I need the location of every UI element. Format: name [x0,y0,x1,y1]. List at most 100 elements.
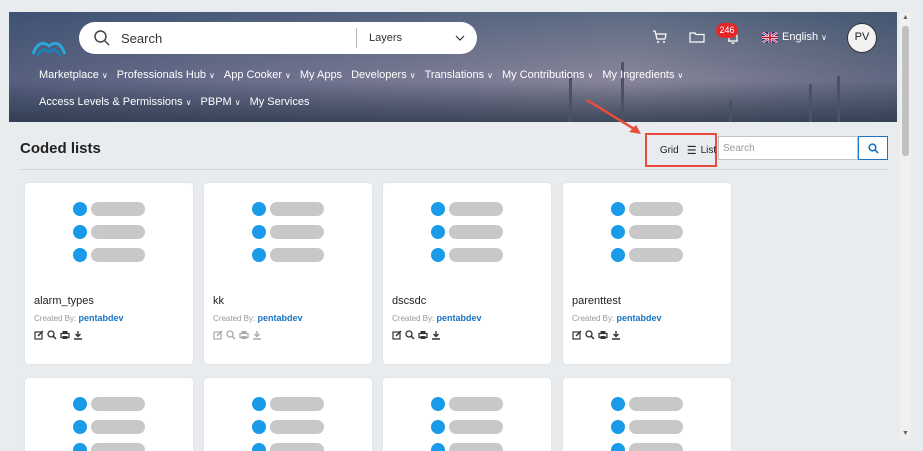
placeholder-bar [91,420,145,434]
bullet-dot-icon [73,248,87,262]
edit-icon[interactable] [213,330,223,340]
coded-list-card[interactable] [25,378,193,451]
placeholder-bar [449,420,503,434]
print-icon[interactable] [239,330,249,340]
bullet-dot-icon [73,202,87,216]
card-preview [73,397,145,451]
layers-dropdown[interactable]: Layers [357,32,477,44]
bullet-dot-icon [431,443,445,451]
coded-list-card[interactable]: alarm_types Created By: pentabdev [25,183,193,364]
scroll-down-icon[interactable]: ▼ [902,430,909,437]
placeholder-bar [629,443,683,451]
edit-icon[interactable] [34,330,44,340]
coded-lists-search-input[interactable]: Search [718,136,858,160]
global-search-bar[interactable]: Search Layers [79,22,477,54]
card-title[interactable]: dscsdc [392,295,426,307]
app-logo[interactable] [31,34,67,60]
download-icon[interactable] [431,330,441,340]
coded-list-card[interactable]: kk Created By: pentabdev [204,183,372,364]
nav-item[interactable]: PBPM ∨ [201,96,241,108]
chevron-down-icon: ∨ [587,70,594,80]
card-preview [252,397,324,451]
coded-list-card[interactable]: parenttest Created By: pentabdev [563,183,731,364]
bullet-dot-icon [252,443,266,451]
nav-item-label: App Cooker [223,69,283,81]
coded-list-card[interactable] [383,378,551,451]
card-title[interactable]: kk [213,295,224,307]
cart-icon[interactable] [652,30,668,44]
search-icon [94,30,110,46]
nav-item[interactable]: Access Levels & Permissions ∨ [39,96,192,108]
list-label: List [700,144,717,156]
folder-icon[interactable] [689,30,705,44]
bullet-dot-icon [611,202,625,216]
nav-item-label: Translations [424,69,485,81]
nav-item-label: PBPM [200,96,232,108]
print-icon[interactable] [60,330,70,340]
view-icon[interactable] [226,330,236,340]
crane-decoration [569,74,572,122]
crane-decoration [809,84,812,122]
print-icon[interactable] [598,330,608,340]
notification-badge: 246 [716,23,738,38]
view-icon[interactable] [47,330,57,340]
print-icon[interactable] [418,330,428,340]
creator-link[interactable]: pentabdev [436,313,481,323]
coded-list-card[interactable] [204,378,372,451]
edit-icon[interactable] [572,330,582,340]
placeholder-bar [91,443,145,451]
user-avatar[interactable]: PV [847,23,877,53]
card-title[interactable]: alarm_types [34,295,94,307]
bullet-dot-icon [252,397,266,411]
download-icon[interactable] [611,330,621,340]
placeholder-bar [270,443,324,451]
view-icon[interactable] [585,330,595,340]
nav-item[interactable]: Translations ∨ [425,69,493,81]
language-selector[interactable]: English ∨ [762,31,827,43]
creator-link[interactable]: pentabdev [257,313,302,323]
list-view-button[interactable]: ☰ List [685,144,718,157]
bullet-dot-icon [252,202,266,216]
card-preview [611,397,683,451]
card-title[interactable]: parenttest [572,295,621,307]
nav-item[interactable]: My Ingredients ∨ [602,69,683,81]
nav-item[interactable]: My Apps [300,69,342,81]
nav-item[interactable]: Professionals Hub ∨ [117,69,215,81]
search-button[interactable] [858,136,888,160]
placeholder-bar [270,420,324,434]
placeholder-bar [629,248,683,262]
annotation-arrow [586,98,641,134]
scrollbar-thumb[interactable] [902,26,909,156]
bullet-dot-icon [431,202,445,216]
page-scrollbar[interactable]: ▲ ▼ [900,12,911,439]
placeholder-bar [449,202,503,216]
coded-list-card[interactable]: dscsdc Created By: pentabdev [383,183,551,364]
created-by-label: Created By: [34,314,77,323]
creator-link[interactable]: pentabdev [78,313,123,323]
view-icon[interactable] [405,330,415,340]
chevron-down-icon: ∨ [285,70,291,80]
nav-item[interactable]: Marketplace ∨ [39,69,108,81]
placeholder-bar [629,202,683,216]
card-preview [611,202,683,271]
created-by: Created By: pentabdev [392,313,482,323]
nav-item[interactable]: Developers ∨ [351,69,416,81]
global-search-input[interactable]: Search [121,31,356,46]
nav-item[interactable]: My Contributions ∨ [502,69,593,81]
nav-item[interactable]: My Services [250,96,310,108]
placeholder-bar [449,248,503,262]
scroll-up-icon[interactable]: ▲ [902,14,909,21]
edit-icon[interactable] [392,330,402,340]
grid-icon [646,146,656,155]
bullet-dot-icon [611,420,625,434]
chevron-down-icon: ∨ [677,70,684,80]
created-by: Created By: pentabdev [213,313,303,323]
coded-list-card[interactable] [563,378,731,451]
download-icon[interactable] [73,330,83,340]
card-preview [252,202,324,271]
grid-view-button[interactable]: Grid [644,145,681,156]
creator-link[interactable]: pentabdev [616,313,661,323]
download-icon[interactable] [252,330,262,340]
page-title: Coded lists [20,140,101,157]
nav-item[interactable]: App Cooker ∨ [224,69,291,81]
